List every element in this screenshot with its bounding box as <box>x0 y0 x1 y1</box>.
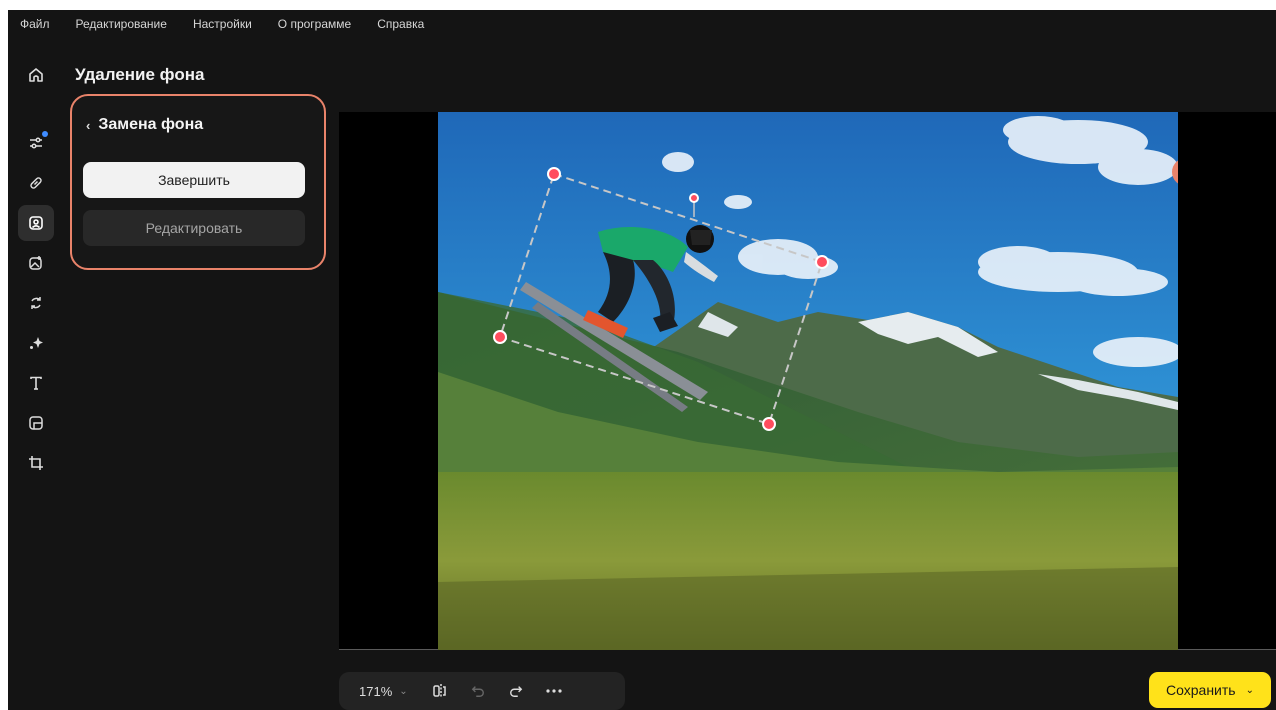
menu-about[interactable]: О программе <box>278 17 351 31</box>
edit-button[interactable]: Редактировать <box>83 210 305 246</box>
portrait-icon <box>29 216 43 230</box>
back-chevron-icon[interactable]: ‹ <box>86 118 90 133</box>
finish-button[interactable]: Завершить <box>83 162 305 198</box>
menu-help[interactable]: Справка <box>377 17 424 31</box>
compare-button[interactable] <box>430 681 450 701</box>
menubar: Файл Редактирование Настройки О программ… <box>8 10 1276 38</box>
tool-adjust[interactable] <box>18 125 54 161</box>
tool-replace-bg[interactable] <box>18 245 54 281</box>
chevron-down-icon: ⌄ <box>399 685 408 697</box>
effects-icon <box>30 337 43 349</box>
panel-title: Замена фона <box>98 116 204 133</box>
adjust-icon <box>30 137 42 149</box>
page-title: Удаление фона <box>75 65 205 84</box>
home-button[interactable] <box>8 67 64 83</box>
redo-button[interactable] <box>506 681 526 701</box>
tool-effects[interactable] <box>18 325 54 361</box>
zoom-select[interactable]: 171% ⌄ <box>359 684 408 699</box>
text-icon <box>30 376 42 390</box>
undo-button[interactable] <box>468 681 488 701</box>
tool-text[interactable] <box>18 365 54 401</box>
tool-portrait[interactable] <box>18 205 54 241</box>
chevron-down-icon[interactable]: ⌄ <box>1246 685 1254 696</box>
zoom-value: 171% <box>359 683 393 699</box>
tool-rail <box>18 125 54 485</box>
tool-frame[interactable] <box>18 405 54 441</box>
compare-icon <box>432 684 446 698</box>
more-button[interactable] <box>544 681 564 701</box>
editor-canvas[interactable] <box>339 112 1276 650</box>
crop-icon <box>29 456 43 470</box>
transform-icon <box>31 297 41 309</box>
menu-settings[interactable]: Настройки <box>193 17 252 31</box>
panel-header[interactable]: ‹ Замена фона <box>86 116 203 134</box>
redo-icon <box>509 686 522 697</box>
more-icon <box>546 689 562 693</box>
photo-image <box>438 112 1178 650</box>
tool-retouch[interactable] <box>18 165 54 201</box>
menu-file[interactable]: Файл <box>20 17 50 31</box>
replace-background-panel: ‹ Замена фона Завершить Редактировать <box>70 94 326 270</box>
retouch-icon <box>30 177 42 189</box>
save-label: Сохранить <box>1166 682 1236 698</box>
home-icon <box>29 68 43 82</box>
bottom-toolbar: 171% ⌄ <box>339 672 625 710</box>
frame-icon <box>29 416 43 430</box>
tool-crop[interactable] <box>18 445 54 481</box>
app-window: Файл Редактирование Настройки О программ… <box>8 10 1276 710</box>
notification-dot <box>42 131 48 137</box>
undo-icon <box>471 686 484 697</box>
save-button[interactable]: Сохранить ⌄ <box>1149 672 1271 708</box>
tool-transform[interactable] <box>18 285 54 321</box>
title-row: Удаление фона <box>8 60 204 90</box>
menu-edit[interactable]: Редактирование <box>76 17 167 31</box>
replace-bg-icon <box>29 256 42 270</box>
photo-preview[interactable] <box>438 112 1178 650</box>
